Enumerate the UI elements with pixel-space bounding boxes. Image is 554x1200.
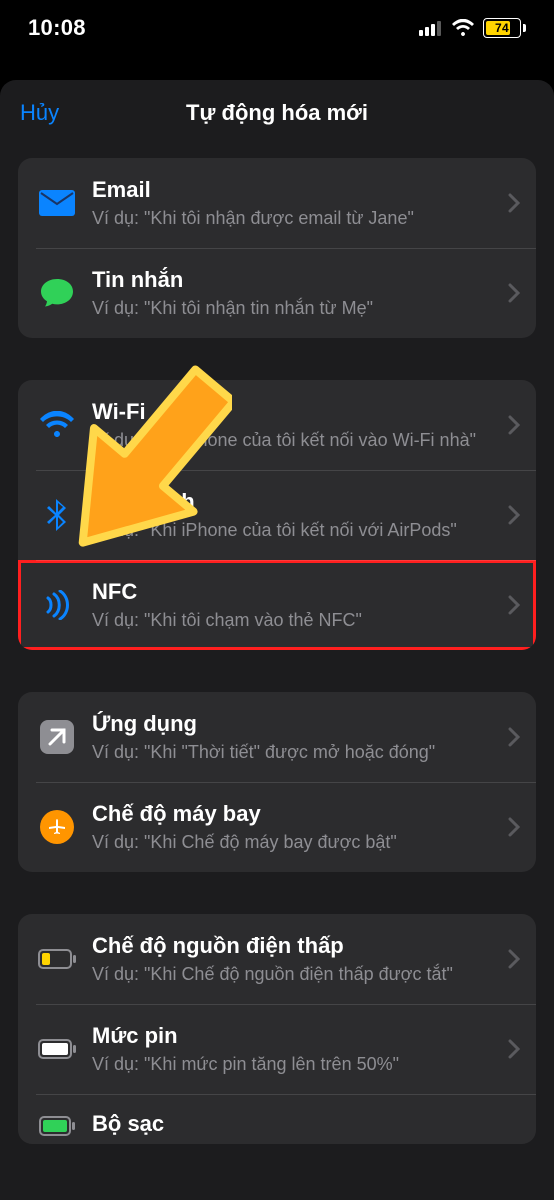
trigger-list[interactable]: Email Ví dụ: "Khi tôi nhận được email từ…	[0, 146, 554, 1144]
row-subtitle: Ví dụ: "Khi "Thời tiết" được mở hoặc đón…	[92, 741, 498, 764]
chevron-right-icon	[508, 415, 520, 435]
row-subtitle: Ví dụ: "Khi Chế độ nguồn điện thấp được …	[92, 963, 498, 986]
wifi-icon	[451, 19, 475, 37]
row-title: Bộ sạc	[92, 1111, 510, 1137]
row-title: Email	[92, 177, 498, 203]
chevron-right-icon	[508, 283, 520, 303]
row-subtitle: Ví dụ: "Khi tôi chạm vào thẻ NFC"	[92, 609, 498, 632]
charger-icon	[36, 1116, 78, 1136]
chevron-right-icon	[508, 505, 520, 525]
row-title: Ứng dụng	[92, 711, 498, 737]
row-title: Chế độ máy bay	[92, 801, 498, 827]
row-subtitle: Ví dụ: "Khi mức pin tăng lên trên 50%"	[92, 1053, 498, 1076]
status-time: 10:08	[28, 15, 86, 41]
row-title: Bluetooth	[92, 489, 498, 515]
row-subtitle: Ví dụ: "Khi tôi nhận tin nhắn từ Mẹ"	[92, 297, 498, 320]
trigger-row-message[interactable]: Tin nhắn Ví dụ: "Khi tôi nhận tin nhắn t…	[18, 248, 536, 338]
battery-indicator: 74	[483, 18, 526, 38]
low-power-icon	[36, 949, 78, 969]
new-automation-modal: Hủy Tự động hóa mới Email Ví dụ: "Khi tô…	[0, 80, 554, 1200]
chevron-right-icon	[508, 193, 520, 213]
trigger-row-low-power[interactable]: Chế độ nguồn điện thấp Ví dụ: "Khi Chế đ…	[18, 914, 536, 1004]
trigger-row-battery-level[interactable]: Mức pin Ví dụ: "Khi mức pin tăng lên trê…	[18, 1004, 536, 1094]
cancel-button[interactable]: Hủy	[20, 100, 59, 126]
row-subtitle: Ví dụ: "Khi iPhone của tôi kết nối với A…	[92, 519, 498, 542]
row-title: Mức pin	[92, 1023, 498, 1049]
trigger-row-app-open[interactable]: Ứng dụng Ví dụ: "Khi "Thời tiết" được mở…	[18, 692, 536, 782]
row-subtitle: Ví dụ: "Khi iPhone của tôi kết nối vào W…	[92, 429, 498, 452]
row-title: Wi-Fi	[92, 399, 498, 425]
chevron-right-icon	[508, 727, 520, 747]
trigger-row-charger[interactable]: Bộ sạc	[18, 1094, 536, 1144]
bluetooth-icon	[36, 498, 78, 532]
trigger-row-nfc[interactable]: NFC Ví dụ: "Khi tôi chạm vào thẻ NFC"	[18, 560, 536, 650]
modal-header: Hủy Tự động hóa mới	[0, 80, 554, 146]
row-title: Chế độ nguồn điện thấp	[92, 933, 498, 959]
modal-title: Tự động hóa mới	[186, 100, 368, 126]
app-open-icon	[36, 720, 78, 754]
wifi-trigger-icon	[36, 411, 78, 439]
airplane-icon	[36, 810, 78, 844]
cellular-icon	[419, 20, 443, 36]
status-bar: 10:08 74	[0, 0, 554, 56]
trigger-row-airplane[interactable]: Chế độ máy bay Ví dụ: "Khi Chế độ máy ba…	[18, 782, 536, 872]
trigger-group-connectivity: Wi-Fi Ví dụ: "Khi iPhone của tôi kết nối…	[18, 380, 536, 650]
message-icon	[36, 277, 78, 309]
row-subtitle: Ví dụ: "Khi Chế độ máy bay được bật"	[92, 831, 498, 854]
chevron-right-icon	[508, 949, 520, 969]
row-title: Tin nhắn	[92, 267, 498, 293]
chevron-right-icon	[508, 817, 520, 837]
trigger-row-email[interactable]: Email Ví dụ: "Khi tôi nhận được email từ…	[18, 158, 536, 248]
nfc-icon	[36, 590, 78, 620]
chevron-right-icon	[508, 595, 520, 615]
row-title: NFC	[92, 579, 498, 605]
trigger-group-settings: Ứng dụng Ví dụ: "Khi "Thời tiết" được mở…	[18, 692, 536, 872]
email-icon	[36, 190, 78, 216]
row-subtitle: Ví dụ: "Khi tôi nhận được email từ Jane"	[92, 207, 498, 230]
trigger-group-communication: Email Ví dụ: "Khi tôi nhận được email từ…	[18, 158, 536, 338]
chevron-right-icon	[508, 1039, 520, 1059]
battery-level-icon	[36, 1039, 78, 1059]
trigger-row-wifi[interactable]: Wi-Fi Ví dụ: "Khi iPhone của tôi kết nối…	[18, 380, 536, 470]
trigger-group-power: Chế độ nguồn điện thấp Ví dụ: "Khi Chế đ…	[18, 914, 536, 1144]
trigger-row-bluetooth[interactable]: Bluetooth Ví dụ: "Khi iPhone của tôi kết…	[18, 470, 536, 560]
